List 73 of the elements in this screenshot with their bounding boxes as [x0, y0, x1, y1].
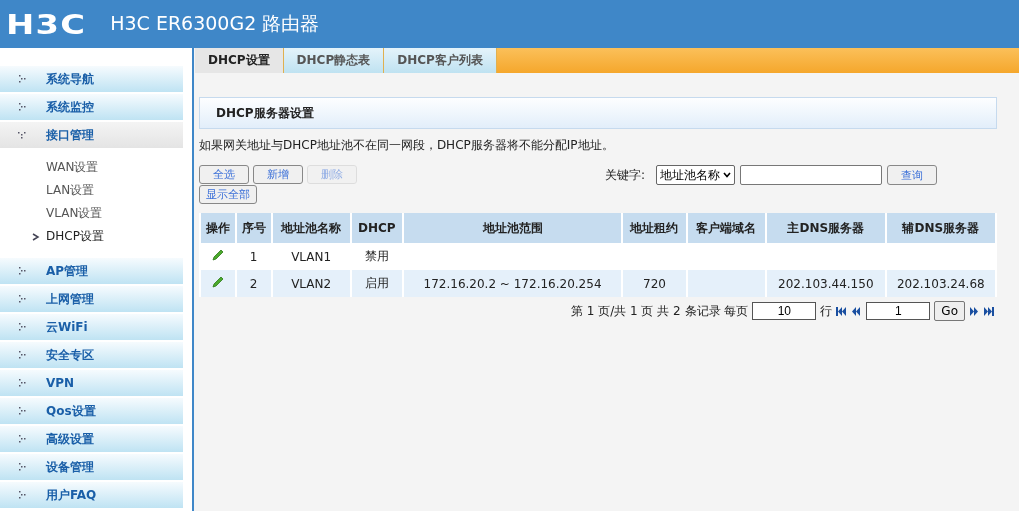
table-cell: 202.103.44.150 — [778, 276, 874, 291]
action-button[interactable]: 新增 — [253, 165, 303, 184]
sidebar-item[interactable]: 设备管理 — [0, 454, 183, 480]
column-header: 辅DNS服务器 — [886, 213, 995, 243]
sidebar-item[interactable]: 系统监控 — [0, 94, 183, 120]
sidebar-item[interactable]: 用户FAQ — [0, 482, 183, 508]
sidebar-subitem[interactable]: DHCP设置 — [0, 225, 183, 248]
section-header: DHCP服务器设置 — [199, 97, 997, 129]
page-field[interactable]: 1 — [866, 302, 931, 320]
collapsed-icon — [18, 103, 26, 111]
table-cell: VLAN2 — [291, 276, 332, 291]
collapsed-icon — [18, 351, 26, 359]
last-page-icon[interactable] — [984, 306, 995, 316]
sidebar-subitem[interactable]: LAN设置 — [0, 179, 183, 202]
action-button[interactable]: 显示全部 — [199, 185, 257, 204]
table-cell: VLAN1 — [291, 249, 332, 264]
table-cell: 2 — [249, 276, 258, 291]
chevron-down-icon — [723, 172, 731, 178]
collapsed-icon — [18, 295, 26, 303]
sidebar-item[interactable]: 高级设置 — [0, 426, 183, 452]
collapsed-icon — [18, 435, 26, 443]
collapsed-icon — [18, 323, 26, 331]
per-page-field[interactable]: 10 — [752, 302, 817, 320]
sidebar-item[interactable]: AP管理 — [0, 258, 183, 284]
table-cell: 720 — [643, 276, 666, 291]
column-header: 地址池名称 — [272, 213, 350, 243]
expanded-icon — [18, 131, 26, 139]
rows-label: 行 — [820, 302, 833, 320]
action-button[interactable]: 全选 — [199, 165, 249, 184]
tab[interactable]: DHCP设置 — [195, 48, 284, 73]
table-cell: 1 — [249, 249, 258, 264]
page-title: H3C ER6300G2 路由器 — [110, 11, 320, 36]
collapsed-icon — [18, 491, 26, 499]
sidebar-item[interactable]: 安全专区 — [0, 342, 183, 368]
column-header: 地址租约 — [623, 213, 686, 243]
table-cell: 202.103.24.68 — [896, 276, 985, 291]
prev-page-icon[interactable] — [851, 306, 863, 316]
table-cell: 禁用 — [364, 249, 389, 263]
search-button[interactable]: 查询 — [887, 165, 937, 185]
column-header: 操作 — [201, 213, 235, 243]
collapsed-icon — [18, 75, 26, 83]
next-page-icon[interactable] — [969, 306, 980, 316]
notice-text: 如果网关地址与DHCP地址池不在同一网段，DHCP服务器将不能分配IP地址。 — [199, 137, 615, 154]
first-page-icon[interactable] — [836, 306, 848, 316]
page-summary: 第 1 页/共 1 页 共 2 条记录 每页 — [570, 302, 749, 320]
collapsed-icon — [18, 463, 26, 471]
sidebar-item[interactable]: 系统导航 — [0, 66, 183, 92]
tab[interactable]: DHCP静态表 — [283, 48, 385, 73]
column-header: 主DNS服务器 — [767, 213, 885, 243]
collapsed-icon — [18, 407, 26, 415]
sidebar-subitem[interactable]: WAN设置 — [0, 156, 183, 179]
sidebar-item[interactable]: 云WiFi — [0, 314, 183, 340]
sidebar-item[interactable]: Qos设置 — [0, 398, 183, 424]
field-select[interactable]: 地址池名称 — [656, 165, 735, 185]
sidebar-item[interactable]: VPN — [0, 370, 183, 396]
column-header: 序号 — [236, 213, 271, 243]
search-field[interactable] — [740, 165, 882, 185]
collapsed-icon — [18, 379, 26, 387]
table-cell: 172.16.20.2 ~ 172.16.20.254 — [423, 276, 602, 291]
pencil-icon[interactable] — [210, 275, 225, 289]
collapsed-icon — [18, 267, 26, 275]
sidebar-item[interactable]: 上网管理 — [0, 286, 183, 312]
sidebar-item[interactable]: 接口管理 — [0, 122, 183, 148]
column-header: 客户端域名 — [687, 213, 766, 243]
keyword-label: 关键字: — [604, 167, 645, 184]
go-button[interactable]: Go — [934, 301, 965, 321]
tab[interactable]: DHCP客户列表 — [384, 48, 497, 73]
column-header: DHCP — [351, 213, 402, 243]
column-header: 地址池范围 — [403, 213, 622, 243]
pencil-icon[interactable] — [210, 248, 225, 262]
logo: H3C — [6, 8, 87, 40]
sidebar-subitem[interactable]: VLAN设置 — [0, 202, 183, 225]
table-cell: 启用 — [364, 276, 389, 290]
